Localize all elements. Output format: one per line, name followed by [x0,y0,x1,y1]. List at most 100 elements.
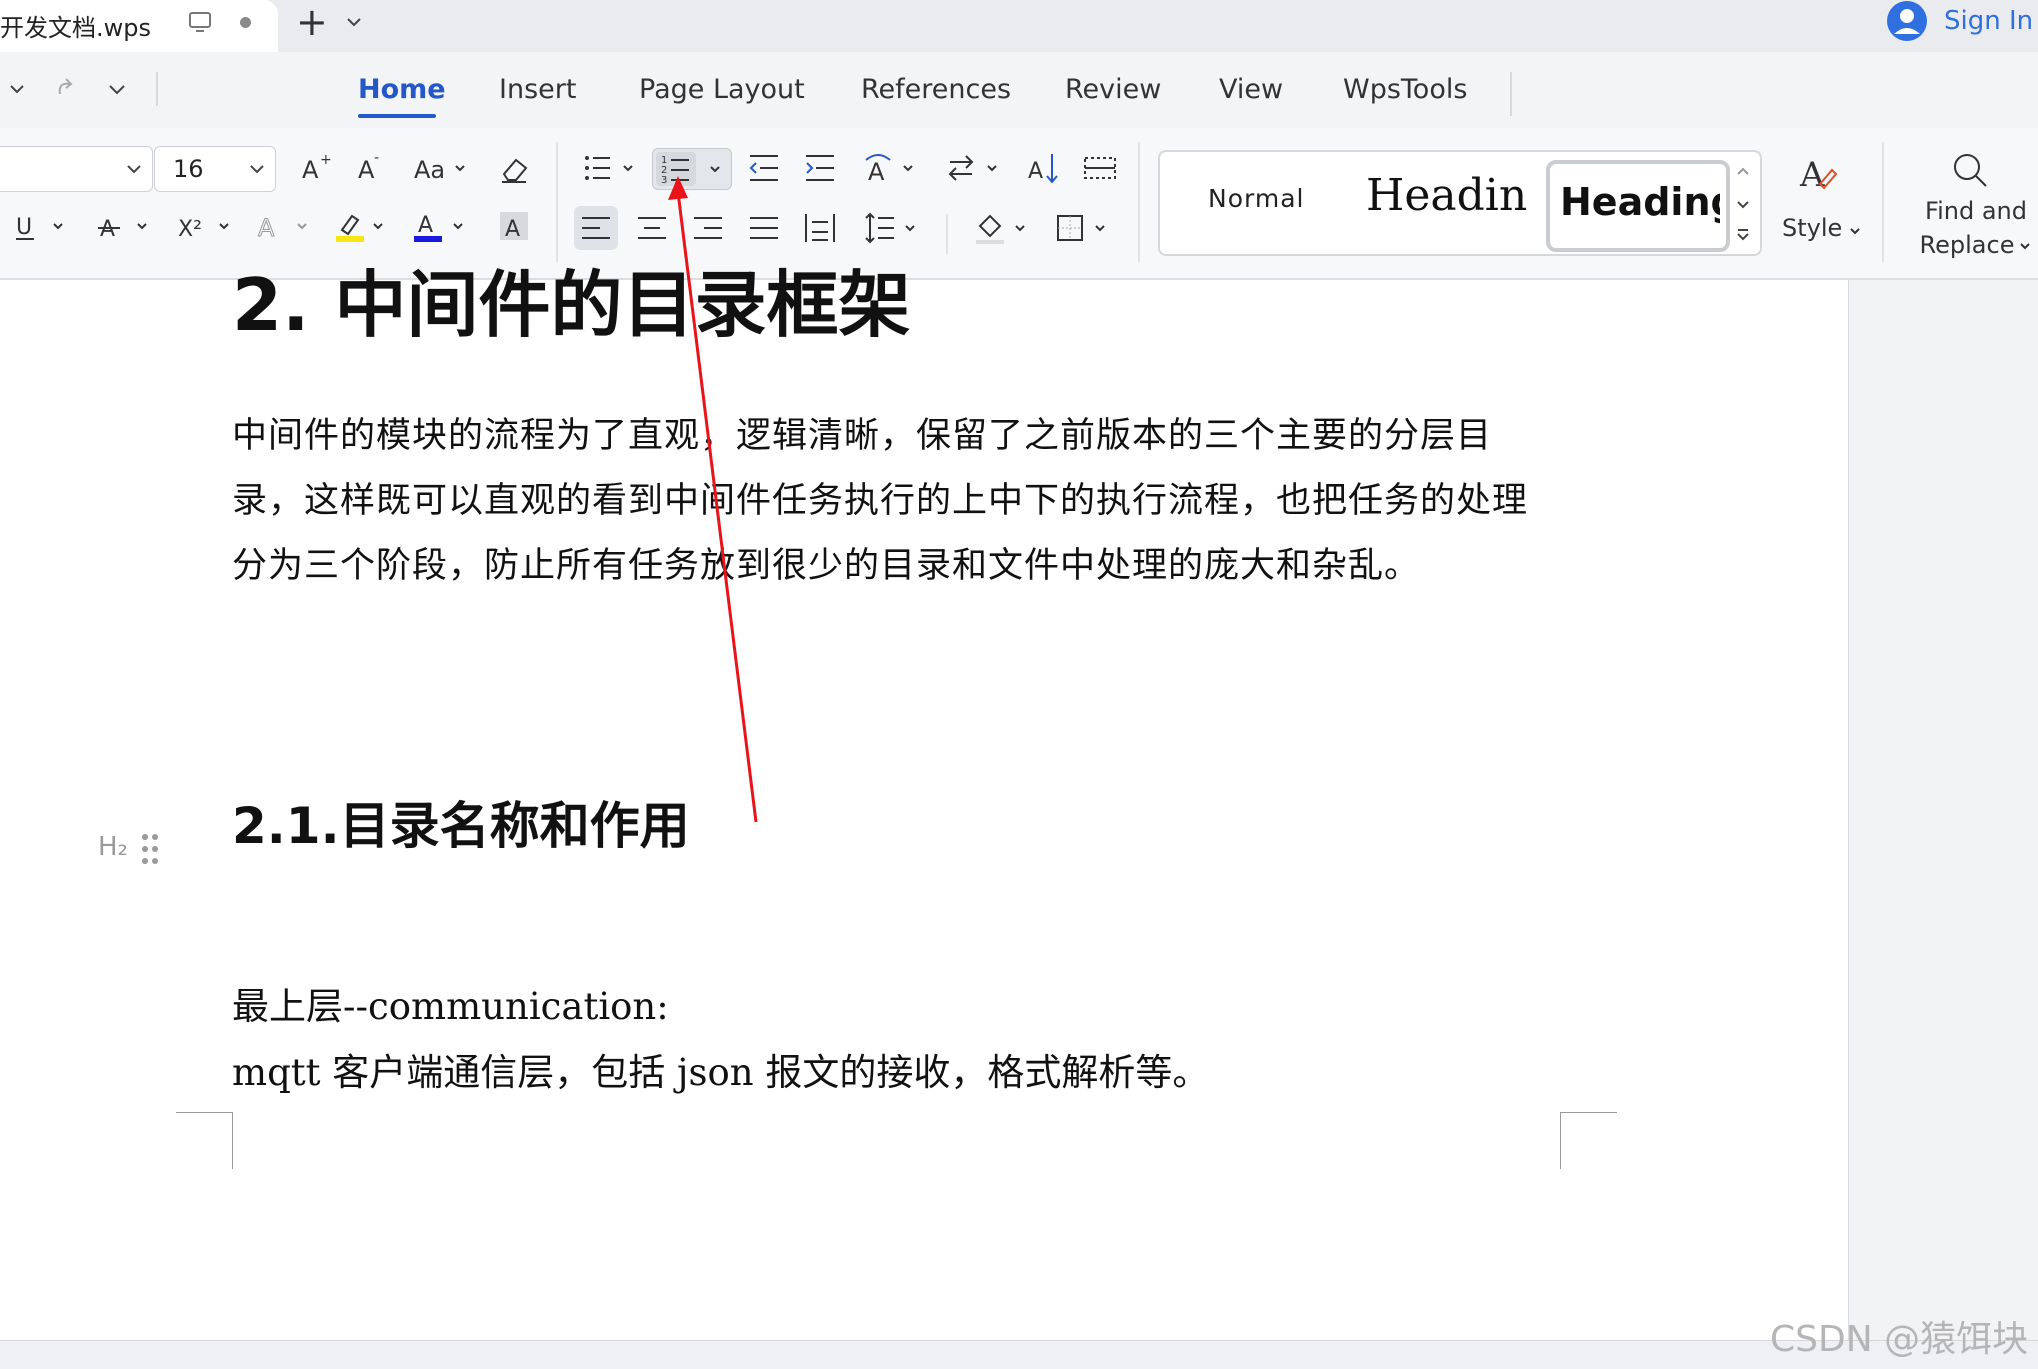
tab-insert[interactable]: Insert [499,74,576,105]
increase-font-size-button[interactable]: A + [296,148,336,188]
chevron-down-icon [2020,243,2031,250]
chevron-down-icon [127,165,141,174]
unsaved-dot-icon[interactable] [240,17,251,28]
chevron-down-icon[interactable] [344,12,364,32]
toolbar-divider [946,214,948,254]
bullet-list-icon [585,156,633,180]
bullet-list-button[interactable] [580,148,640,188]
superscript-button[interactable]: X² [174,206,234,246]
justify-button[interactable] [744,208,784,248]
align-left-icon [582,217,610,239]
numbered-list-button[interactable]: 123 [652,148,732,190]
styles-gallery: Normal Heading Heading [1158,150,1762,256]
line-spacing-button[interactable] [862,208,922,248]
borders-button[interactable] [1052,208,1112,248]
sign-in-link[interactable]: Sign In [1944,6,2033,36]
body-line-communication[interactable]: 最上层--communication: [232,976,669,1030]
style-normal[interactable]: Normal [1208,184,1304,213]
style-heading-2[interactable]: Heading [1546,160,1730,252]
quick-access-chevron-icon[interactable] [106,78,128,100]
style-button-label: Style [1782,214,1843,242]
shading-button[interactable] [972,208,1032,248]
character-shading-button[interactable]: A [494,206,534,246]
underline-button[interactable]: U [10,206,70,246]
decrease-font-icon: A- [358,150,379,184]
styles-scroll-arrows-icon[interactable] [1732,160,1754,248]
justify-icon [750,217,778,239]
document-page[interactable]: 2. 中间件的目录框架 中间件的模块的流程为了直观，逻辑清晰，保留了之前版本的三… [0,263,1848,1340]
svg-text:A: A [100,217,115,242]
tab-review[interactable]: Review [1065,74,1161,105]
text-effect-button[interactable]: A [254,206,314,246]
increase-indent-icon [806,155,834,181]
svg-text:A: A [302,156,319,184]
monitor-icon[interactable] [188,10,212,34]
tab-wpstools[interactable]: WpsTools [1343,74,1467,105]
text-direction-icon: A [865,154,913,186]
new-tab-button[interactable]: + [296,2,328,42]
align-left-button[interactable] [574,206,618,250]
find-and-replace-button[interactable]: Find and Replace [1904,150,2034,260]
body-paragraph[interactable]: 中间件的模块的流程为了直观，逻辑清晰，保留了之前版本的三个主要的分层目录，这样既… [232,404,1542,599]
underline-icon: U [16,215,63,240]
svg-text:X²: X² [178,217,202,242]
change-case-button[interactable]: Aa [410,148,470,188]
align-right-button[interactable] [688,208,728,248]
tab-references[interactable]: References [861,74,1011,105]
show-marks-button[interactable] [1080,148,1120,188]
document-tab-name: 开发文档.wps [0,14,151,42]
heading-level-marker[interactable]: H₂ [98,832,128,862]
find-label-line1: Find and [1925,197,2027,225]
borders-icon [1057,215,1105,241]
align-center-button[interactable] [632,208,672,248]
font-color-button[interactable]: A [410,206,470,246]
strikethrough-button[interactable]: A [94,206,154,246]
svg-text:A: A [868,158,885,186]
decrease-indent-icon [749,155,778,181]
page-corner-mark-right [1560,1112,1617,1169]
svg-text:3: 3 [661,175,667,186]
style-heading-2-label: Heading [1560,180,1720,224]
find-label-line2: Replace [1914,228,2038,262]
drag-handle-icon[interactable] [140,832,162,866]
text-effect-icon: A [258,214,307,243]
document-tab[interactable]: 开发文档.wps [0,0,278,52]
svg-text:+: + [320,152,332,168]
sort-icon: A [1028,154,1058,184]
tab-view[interactable]: View [1219,74,1283,105]
distributed-button[interactable] [800,208,840,248]
body-line-mqtt[interactable]: mqtt 客户端通信层，包括 json 报文的接收，格式解析等。 [232,1042,1209,1096]
title-bar: 开发文档.wps + Sign In [0,0,2038,52]
align-right-icon [694,217,722,239]
align-center-icon [638,217,666,239]
highlight-color-button[interactable] [332,206,392,246]
font-name-select[interactable] [0,146,153,192]
clear-formatting-button[interactable] [494,148,534,188]
tab-page-layout[interactable]: Page Layout [639,74,805,105]
active-tab-underline [358,114,436,118]
style-pen-icon: A [1799,155,1838,195]
superscript-icon: X² [178,217,229,242]
svg-text:A: A [358,156,375,184]
svg-text:A: A [258,214,275,242]
heading-1[interactable]: 2. 中间件的目录框架 [232,246,911,351]
decrease-indent-button[interactable] [744,148,784,188]
style-button[interactable]: A Style [1772,150,1868,260]
menu-bar: Home Insert Page Layout References Revie… [0,52,2038,128]
text-direction-button[interactable]: A [860,148,920,188]
chinese-layout-button[interactable] [944,148,1004,188]
style-heading-1[interactable]: Heading [1366,170,1526,221]
chevron-down-icon [1850,228,1860,235]
font-size-select[interactable]: 16 [154,146,276,192]
increase-indent-button[interactable] [800,148,840,188]
undo-dropdown-chevron-icon[interactable] [8,80,26,98]
heading-2[interactable]: 2.1.目录名称和作用 [232,786,690,858]
character-shading-icon: A [500,212,528,242]
sort-button[interactable]: A [1024,148,1064,188]
redo-icon[interactable] [52,74,80,102]
user-avatar-icon[interactable] [1886,0,1928,42]
tab-home[interactable]: Home [358,74,446,105]
eraser-icon [502,158,528,183]
decrease-font-size-button[interactable]: A- [352,148,392,188]
svg-text:A: A [418,213,433,238]
